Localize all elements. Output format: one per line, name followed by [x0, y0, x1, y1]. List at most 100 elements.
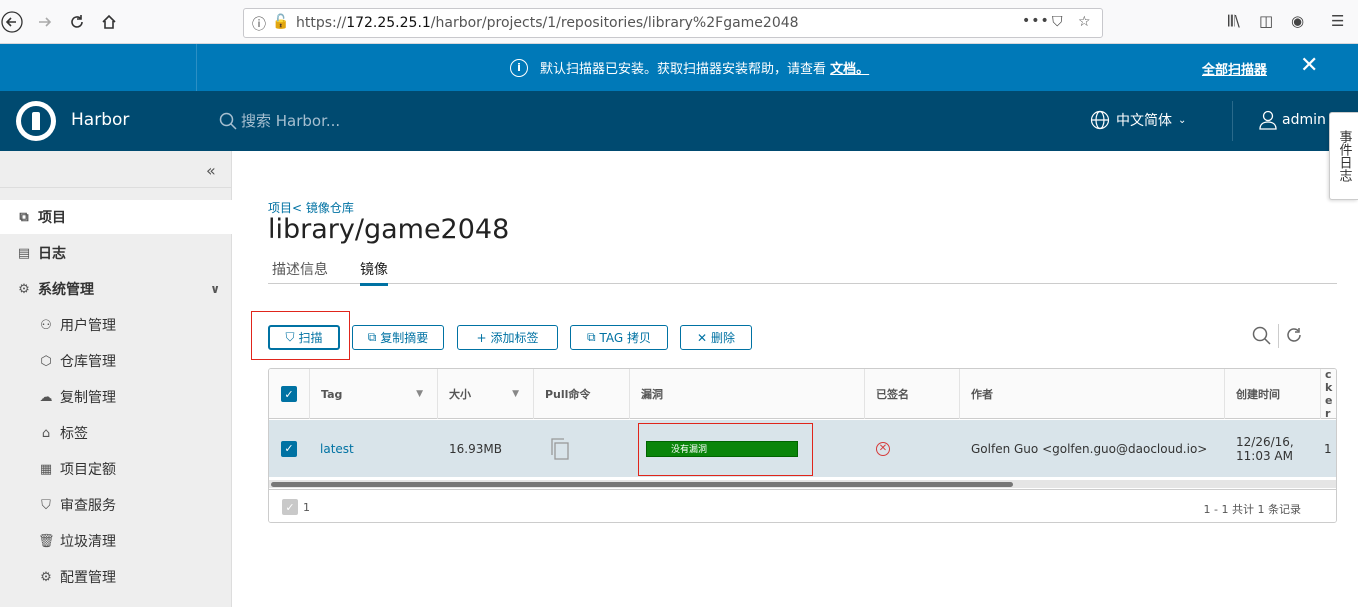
registry-icon: ⬡	[40, 353, 52, 369]
created-time: 11:03 AM	[1236, 448, 1293, 463]
pagination-summary: 1 - 1 共计 1 条记录	[1203, 503, 1301, 516]
event-log-tab[interactable]: 事件日志	[1329, 112, 1358, 200]
sidebar-toggle-icon[interactable]: ◫	[1259, 12, 1273, 30]
address-bar[interactable]: ⓘ 🔓 https://172.25.25.1/harbor/projects/…	[243, 8, 1103, 38]
tag-copy-button[interactable]: ⧉ TAG 拷贝	[570, 325, 668, 350]
shield-icon: ⛉	[41, 497, 51, 513]
quota-icon: ▦	[39, 461, 53, 477]
pocket-icon[interactable]: ⛉	[1052, 14, 1063, 30]
chevron-down-icon[interactable]: ∨	[210, 282, 220, 296]
copy-digest-button[interactable]: ⧉ 复制摘要	[352, 325, 444, 350]
filter-icon[interactable]: ▼	[416, 389, 423, 399]
tag-copy-label: TAG 拷贝	[599, 331, 652, 345]
url-host: 172.25.25.1	[346, 15, 431, 31]
column-size[interactable]: 大小 ▼	[437, 369, 533, 419]
table-header: ✓ Tag ▼ 大小 ▼ Pull命令 漏洞 已签名 作者 创建时间 Docke…	[269, 369, 1336, 446]
collapse-sidebar-icon[interactable]: «	[206, 161, 216, 180]
scrollbar-thumb[interactable]	[271, 482, 1013, 487]
page-actions-icon[interactable]: •••	[1022, 13, 1050, 29]
forward-icon[interactable]	[33, 10, 57, 34]
column-label: 漏洞	[641, 388, 663, 401]
bookmark-star-icon[interactable]: ☆	[1078, 14, 1091, 30]
add-label-button[interactable]: + 添加标签	[457, 325, 558, 350]
banner-message: i 默认扫描器已安装。获取扫描器安装帮助，请查看 文档。	[510, 58, 869, 77]
harbor-logo[interactable]	[16, 101, 56, 141]
sidebar-item-logs[interactable]: ▤ 日志	[0, 236, 232, 270]
column-pull-command[interactable]: Pull命令	[533, 369, 629, 419]
filter-icon[interactable]: ▼	[512, 389, 519, 399]
add-label-label: 添加标签	[490, 331, 539, 345]
chevron-down-icon: ⌄	[1178, 114, 1187, 126]
banner-left-section	[0, 44, 197, 91]
sidebar-item-administration[interactable]: ⚙ 系统管理 ∨	[0, 272, 232, 306]
user-menu[interactable]: admin	[1259, 110, 1326, 130]
home-icon[interactable]	[97, 10, 121, 34]
copy-icon[interactable]	[549, 437, 571, 461]
library-icon[interactable]: 𝄃𝄃\	[1228, 12, 1240, 30]
delete-button[interactable]: ✕ 删除	[680, 325, 752, 350]
sidebar-item-projects[interactable]: ⧉ 项目	[0, 200, 232, 234]
column-tag[interactable]: Tag ▼	[309, 369, 437, 419]
docs-link[interactable]: 文档。	[830, 62, 869, 77]
trash-icon: 🗑	[38, 533, 55, 549]
hamburger-menu-icon[interactable]: ☰	[1331, 12, 1344, 30]
sidebar-item-configuration[interactable]: ⚙ 配置管理	[0, 560, 232, 594]
sidebar-item-label: 项目定额	[60, 462, 116, 478]
column-created[interactable]: 创建时间	[1224, 369, 1320, 419]
column-label: 创建时间	[1236, 388, 1280, 401]
reload-icon[interactable]	[65, 10, 89, 34]
column-label: Tag	[321, 387, 343, 401]
language-selector[interactable]: 中文简体 ⌄	[1090, 110, 1186, 130]
tab-description[interactable]: 描述信息	[272, 259, 328, 279]
tag-icon: ⌂	[41, 425, 51, 441]
log-icon: ▤	[17, 245, 31, 261]
sidebar-item-label: 用户管理	[60, 318, 116, 334]
config-icon: ⚙	[40, 569, 52, 585]
copy-digest-label: 复制摘要	[380, 331, 429, 345]
refresh-icon[interactable]	[1285, 326, 1303, 349]
insecure-lock-icon[interactable]: 🔓	[272, 14, 289, 30]
column-vulnerability[interactable]: 漏洞	[629, 369, 864, 419]
global-search[interactable]: 搜索 Harbor...	[219, 110, 340, 131]
close-banner-icon[interactable]: ✕	[1300, 55, 1318, 77]
sidebar-item-replications[interactable]: ☁ 复制管理	[0, 380, 232, 414]
scan-label: 扫描	[298, 331, 323, 345]
browser-toolbar: ⓘ 🔓 https://172.25.25.1/harbor/projects/…	[0, 0, 1358, 44]
horizontal-scrollbar[interactable]	[269, 480, 1336, 488]
tab-images[interactable]: 镜像	[360, 259, 388, 286]
sidebar-item-gc[interactable]: 🗑 垃圾清理	[0, 524, 232, 558]
column-signed[interactable]: 已签名	[864, 369, 959, 419]
search-icon	[219, 112, 237, 130]
table-footer: ✓ 1 1 - 1 共计 1 条记录	[269, 489, 1336, 522]
column-label: 已签名	[876, 388, 909, 401]
url-text[interactable]: https://172.25.25.1/harbor/projects/1/re…	[296, 15, 799, 31]
sidebar-item-users[interactable]: ⚇ 用户管理	[0, 308, 232, 342]
all-scanners-link[interactable]: 全部扫描器	[1202, 59, 1267, 78]
author-value: Golfen Guo <golfen.guo@daocloud.io>	[971, 441, 1208, 456]
unsigned-x-icon: ✕	[876, 441, 890, 456]
select-all-cell: ✓	[269, 369, 309, 419]
row-checkbox[interactable]: ✓	[281, 440, 297, 457]
select-all-checkbox[interactable]: ✓	[281, 386, 297, 402]
scan-button[interactable]: ⛉ 扫描	[268, 325, 340, 350]
docker-version-value: 1	[1324, 441, 1332, 456]
sidebar-item-registries[interactable]: ⬡ 仓库管理	[0, 344, 232, 378]
user-icon	[1259, 110, 1277, 130]
column-label: 作者	[971, 388, 993, 401]
project-icon: ⧉	[19, 209, 29, 225]
info-circle-icon: i	[510, 58, 528, 77]
signed-cell: ✕	[864, 420, 959, 477]
tag-link[interactable]: latest	[309, 420, 437, 477]
sidebar-item-labels[interactable]: ⌂ 标签	[0, 416, 232, 450]
search-icon[interactable]	[1252, 326, 1272, 351]
column-author[interactable]: 作者	[959, 369, 1224, 419]
sidebar-item-interrogation[interactable]: ⛉ 审查服务	[0, 488, 232, 522]
column-docker-version[interactable]: Docker 版本	[1320, 369, 1336, 446]
back-icon[interactable]	[0, 10, 24, 34]
sidebar-item-label: 审查服务	[60, 498, 116, 514]
account-icon[interactable]: ◉	[1291, 12, 1304, 30]
brand-name[interactable]: Harbor	[71, 110, 129, 130]
sidebar-item-quotas[interactable]: ▦ 项目定额	[0, 452, 232, 486]
info-icon[interactable]: ⓘ	[252, 14, 266, 34]
sidebar-item-label: 标签	[60, 426, 88, 442]
